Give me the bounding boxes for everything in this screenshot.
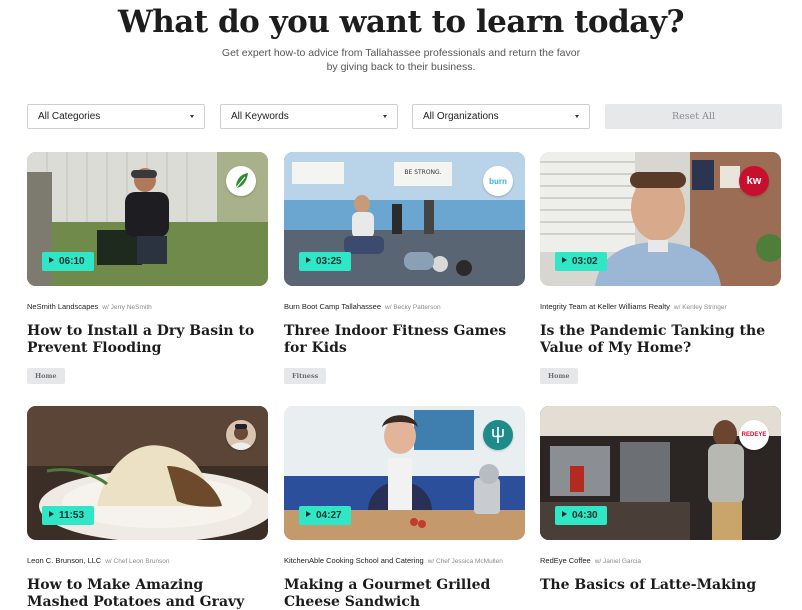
- duration-badge: 03:02: [555, 252, 607, 271]
- card-meta: Leon C. Brunson, LLC w/ Chef Leon Brunson: [27, 556, 268, 568]
- organizations-select[interactable]: All Organizations: [412, 104, 590, 129]
- chevron-down-icon: [383, 115, 387, 118]
- video-thumbnail[interactable]: REDEYE 04:30: [540, 406, 781, 540]
- presenter-name: w/ Chef Jessica McMullen: [427, 558, 503, 565]
- video-title[interactable]: Making a Gourmet Grilled Cheese Sandwich: [284, 577, 519, 610]
- card-meta: Burn Boot Camp Tallahassee w/ Becky Patte…: [284, 302, 525, 314]
- duration-text: 06:10: [59, 256, 85, 267]
- play-icon: [306, 511, 311, 517]
- card-meta: Integrity Team at Keller Williams Realty…: [540, 302, 781, 314]
- redeye-logo: REDEYE: [739, 420, 769, 450]
- organizations-select-value: All Organizations: [423, 111, 499, 122]
- presenter-name: w/ Jerry NeSmith: [102, 304, 152, 311]
- duration-text: 11:53: [59, 510, 85, 521]
- organization-name: Leon C. Brunson, LLC: [27, 556, 102, 565]
- video-card[interactable]: 04:27 KitchenAble Cooking School and Cat…: [284, 406, 525, 610]
- organization-name: Integrity Team at Keller Williams Realty: [540, 302, 670, 311]
- video-card[interactable]: 11:53 Leon C. Brunson, LLC w/ Chef Leon B…: [27, 406, 268, 610]
- duration-badge: 04:27: [299, 506, 351, 525]
- duration-text: 03:25: [316, 256, 342, 267]
- category-tag[interactable]: Home: [540, 368, 578, 384]
- organization-name: NeSmith Landscapes: [27, 302, 99, 311]
- burn-logo: burn: [483, 166, 513, 196]
- duration-text: 04:30: [572, 510, 598, 521]
- video-card[interactable]: kw 03:02 Integrity Team at Keller Willia…: [540, 152, 781, 384]
- card-meta: RedEye Coffee w/ Janiel Garcia: [540, 556, 781, 568]
- card-meta: NeSmith Landscapes w/ Jerry NeSmith: [27, 302, 268, 314]
- video-title[interactable]: How to Make Amazing Mashed Potatoes and …: [27, 577, 262, 610]
- kw-logo-text: kw: [746, 175, 762, 187]
- video-title[interactable]: The Basics of Latte-Making: [540, 577, 775, 594]
- categories-select[interactable]: All Categories: [27, 104, 205, 129]
- video-thumbnail[interactable]: BE STRONG. burn 03:25: [284, 152, 525, 286]
- play-icon: [562, 511, 567, 517]
- play-icon: [49, 511, 54, 517]
- video-title[interactable]: Is the Pandemic Tanking the Value of My …: [540, 323, 775, 357]
- page-title: What do you want to learn today?: [117, 4, 685, 40]
- keywords-select-value: All Keywords: [231, 111, 289, 122]
- filter-bar: All Categories All Keywords All Organiza…: [27, 104, 782, 129]
- presenter-name: w/ Chef Leon Brunson: [105, 558, 170, 565]
- presenter-name: w/ Becky Patterson: [385, 304, 441, 311]
- presenter-name: w/ Kenley Stringer: [673, 304, 727, 311]
- duration-badge: 03:25: [299, 252, 351, 271]
- video-card[interactable]: BE STRONG. burn 03:25 Burn Boot Camp Tal…: [284, 152, 525, 384]
- organization-name: Burn Boot Camp Tallahassee: [284, 302, 382, 311]
- subtitle-line-2: by giving back to their business.: [326, 61, 476, 73]
- play-icon: [49, 257, 54, 263]
- leaf-logo: [226, 166, 256, 196]
- chef-avatar-logo: [226, 420, 256, 450]
- chevron-down-icon: [575, 115, 579, 118]
- video-title[interactable]: How to Install a Dry Basin to Prevent Fl…: [27, 323, 262, 357]
- redeye-logo-text: REDEYE: [741, 432, 767, 438]
- kw-logo: kw: [739, 166, 769, 196]
- chevron-down-icon: [190, 115, 194, 118]
- duration-badge: 11:53: [42, 506, 94, 525]
- subtitle-line-1: Get expert how-to advice from Tallahasse…: [221, 47, 581, 59]
- categories-select-value: All Categories: [38, 111, 101, 122]
- presenter-name: w/ Janiel Garcia: [594, 558, 641, 565]
- video-thumbnail[interactable]: 06:10: [27, 152, 268, 286]
- play-icon: [306, 257, 311, 263]
- duration-text: 03:02: [572, 256, 598, 267]
- duration-badge: 04:30: [555, 506, 607, 525]
- duration-badge: 06:10: [42, 252, 94, 271]
- category-tag[interactable]: Home: [27, 368, 65, 384]
- category-tag[interactable]: Fitness: [284, 368, 327, 384]
- keywords-select[interactable]: All Keywords: [220, 104, 398, 129]
- video-thumbnail[interactable]: kw 03:02: [540, 152, 781, 286]
- video-card[interactable]: 06:10 NeSmith Landscapes w/ Jerry NeSmith…: [27, 152, 268, 384]
- video-title[interactable]: Three Indoor Fitness Games for Kids: [284, 323, 519, 357]
- svg-text:BE STRONG.: BE STRONG.: [404, 169, 441, 176]
- organization-name: RedEye Coffee: [540, 556, 591, 565]
- duration-text: 04:27: [316, 510, 342, 521]
- video-thumbnail[interactable]: 11:53: [27, 406, 268, 540]
- kitchenable-logo: [483, 420, 513, 450]
- video-card[interactable]: REDEYE 04:30 RedEye Coffee w/ Janiel Garc…: [540, 406, 781, 594]
- organization-name: KitchenAble Cooking School and Catering: [284, 556, 424, 565]
- reset-all-button[interactable]: Reset All: [605, 104, 782, 129]
- burn-logo-text: burn: [489, 176, 507, 186]
- play-icon: [562, 257, 567, 263]
- card-meta: KitchenAble Cooking School and Catering w…: [284, 556, 525, 568]
- page-subtitle: Get expert how-to advice from Tallahasse…: [0, 46, 802, 74]
- video-thumbnail[interactable]: 04:27: [284, 406, 525, 540]
